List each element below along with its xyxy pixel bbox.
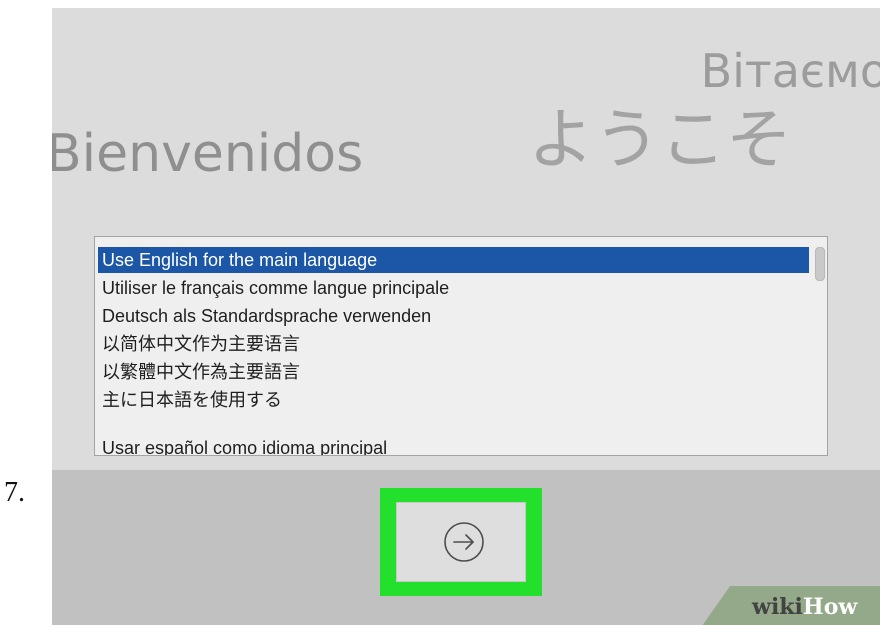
language-option-japanese[interactable]: 主に日本語を使用する <box>98 387 282 413</box>
language-list[interactable]: Use English for the main language Utilis… <box>94 236 828 456</box>
step-number: 7. <box>4 477 25 508</box>
language-option-spanish[interactable]: Usar español como idioma principal <box>98 435 387 455</box>
arrow-right-circle-icon <box>444 522 484 562</box>
greeting-spanish: Bienvenidos <box>52 124 364 184</box>
greeting-japanese: ようこそ <box>528 101 792 178</box>
welcome-panel: Вітаємо ようこそ Bienvenidos Use English for… <box>52 8 880 470</box>
language-option-german[interactable]: Deutsch als Standardsprache verwenden <box>98 303 431 329</box>
continue-button[interactable] <box>396 502 526 582</box>
language-option-french[interactable]: Utiliser le français comme langue princi… <box>98 275 449 301</box>
language-option-simplified-chinese[interactable]: 以简体中文作为主要语言 <box>98 331 300 357</box>
watermark-how: How <box>802 594 858 620</box>
language-option-traditional-chinese[interactable]: 以繁體中文作為主要語言 <box>98 359 300 385</box>
watermark-wiki: wiki <box>752 594 803 620</box>
list-scrollbar-thumb[interactable] <box>815 247 825 281</box>
wikihow-watermark: wikiHow <box>752 594 857 620</box>
setup-screen: Вітаємо ようこそ Bienvenidos Use English for… <box>52 8 880 625</box>
language-option-english[interactable]: Use English for the main language <box>98 247 809 273</box>
